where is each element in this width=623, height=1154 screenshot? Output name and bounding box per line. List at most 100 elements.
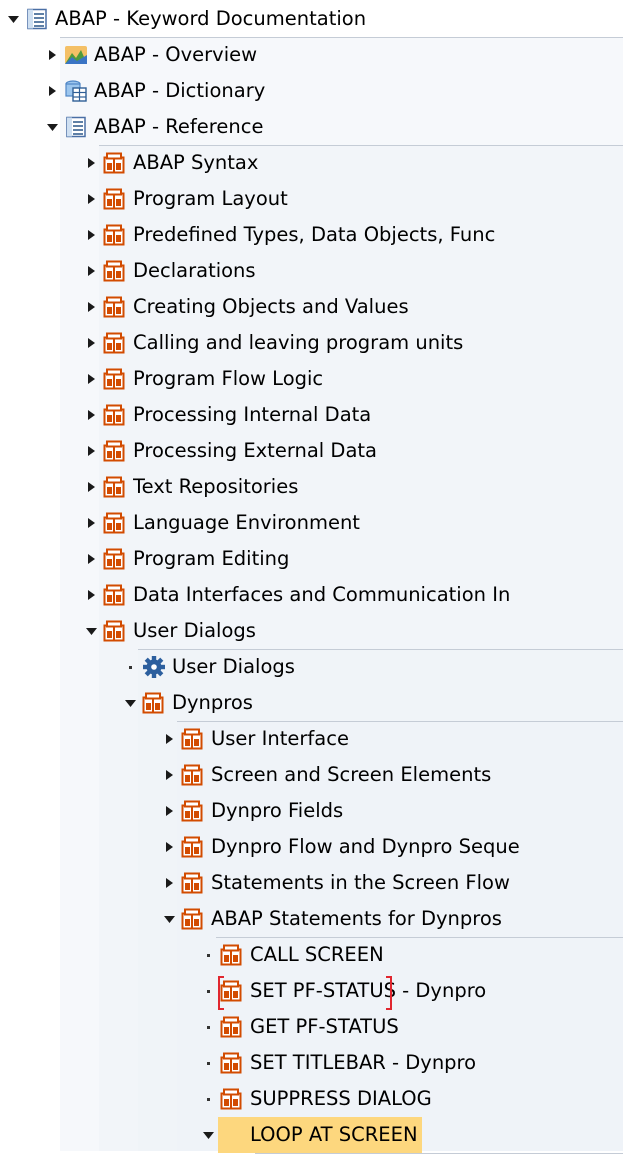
tree-node[interactable]: ABAP Syntax: [0, 145, 623, 181]
expand-arrow-icon[interactable]: [162, 793, 178, 829]
expand-arrow-icon[interactable]: [84, 217, 100, 253]
tree-node[interactable]: Screen and Screen Elements: [0, 757, 623, 793]
tree-node[interactable]: Predefined Types, Data Objects, Func: [0, 217, 623, 253]
book-icon: [103, 439, 127, 463]
tree-node[interactable]: Text Repositories: [0, 469, 623, 505]
tree-node-label: LOOP AT SCREEN: [218, 1117, 422, 1153]
tree-node[interactable]: Processing Internal Data: [0, 397, 623, 433]
book-icon: [103, 295, 127, 319]
tree-node[interactable]: SET PF-STATUS - Dynpro: [0, 973, 623, 1010]
tree-node-label: SET TITLEBAR - Dynpro: [250, 1051, 477, 1074]
expand-arrow-icon[interactable]: [84, 397, 100, 433]
tree-node-label: ABAP Statements for Dynpros: [211, 907, 502, 930]
tree-node[interactable]: SET TITLEBAR - Dynpro: [0, 1045, 623, 1081]
tree-node[interactable]: Processing External Data: [0, 433, 623, 469]
tree-node-label: ABAP - Keyword Documentation: [55, 7, 367, 30]
expand-arrow-icon[interactable]: [84, 505, 100, 541]
tree-node-label: Data Interfaces and Communication In: [133, 583, 511, 606]
expand-arrow-icon[interactable]: [84, 289, 100, 325]
book-icon: [220, 1051, 244, 1075]
book-icon: [103, 403, 127, 427]
tree-node[interactable]: Dynpros: [0, 685, 623, 721]
tree-node-selected[interactable]: LOOP AT SCREEN: [0, 1117, 623, 1153]
book-icon: [103, 223, 127, 247]
expand-arrow-icon[interactable]: [84, 541, 100, 577]
collapse-arrow-icon[interactable]: [201, 1117, 217, 1153]
expand-arrow-icon[interactable]: [84, 181, 100, 217]
tree-node[interactable]: Declarations: [0, 253, 623, 289]
collapse-arrow-icon[interactable]: [45, 109, 61, 145]
book-icon: [103, 619, 127, 643]
book-icon: [103, 259, 127, 283]
tree-node-label: CALL SCREEN: [250, 943, 384, 966]
tree-node-label: SET PF-STATUS - Dynpro: [250, 979, 487, 1002]
expand-arrow-icon[interactable]: [84, 433, 100, 469]
book-icon: [103, 475, 127, 499]
expand-arrow-icon[interactable]: [84, 145, 100, 181]
leaf-bullet-icon: [201, 1009, 217, 1045]
expand-arrow-icon[interactable]: [84, 469, 100, 505]
tree-node[interactable]: Program Flow Logic: [0, 361, 623, 397]
tree-node[interactable]: Data Interfaces and Communication In: [0, 577, 623, 613]
collapse-arrow-icon[interactable]: [162, 901, 178, 937]
tree-node[interactable]: ABAP Statements for Dynpros: [0, 901, 623, 937]
tree-node[interactable]: ABAP - Reference: [0, 109, 623, 145]
tree-node-label: Dynpros: [172, 691, 253, 714]
tree-node-label: Processing External Data: [133, 439, 377, 462]
tree-node[interactable]: Program Editing: [0, 541, 623, 577]
collapse-arrow-icon[interactable]: [123, 685, 139, 721]
tree-node[interactable]: Calling and leaving program units: [0, 325, 623, 361]
tree-node[interactable]: Language Environment: [0, 505, 623, 541]
tree-node[interactable]: CALL SCREEN: [0, 937, 623, 973]
leaf-bullet-icon: [201, 937, 217, 973]
tree-node[interactable]: Dynpro Fields: [0, 793, 623, 829]
tree-node-label: Statements in the Screen Flow: [211, 871, 510, 894]
tree-node[interactable]: GET PF-STATUS: [0, 1009, 623, 1045]
expand-arrow-icon[interactable]: [162, 829, 178, 865]
tree-node-label: Program Flow Logic: [133, 367, 324, 390]
expand-arrow-icon[interactable]: [162, 865, 178, 901]
expand-arrow-icon[interactable]: [84, 361, 100, 397]
tree-node-label: GET PF-STATUS: [250, 1015, 399, 1038]
tree-node[interactable]: User Interface: [0, 721, 623, 757]
tree-node[interactable]: Program Layout: [0, 181, 623, 217]
tree-node-label: Creating Objects and Values: [133, 295, 409, 318]
book-icon: [103, 547, 127, 571]
leaf-bullet-icon: [201, 1081, 217, 1117]
tree-node[interactable]: ABAP - Keyword Documentation: [0, 1, 623, 37]
book-icon: [220, 1015, 244, 1039]
tree-node[interactable]: ABAP - Dictionary: [0, 73, 623, 109]
tree-node[interactable]: SUPPRESS DIALOG: [0, 1081, 623, 1117]
expand-arrow-icon[interactable]: [84, 577, 100, 613]
tree-node-label: Screen and Screen Elements: [211, 763, 492, 786]
tree-node[interactable]: ABAP - Overview: [0, 37, 623, 73]
tree-node-label: SUPPRESS DIALOG: [250, 1087, 432, 1110]
tree-node[interactable]: Creating Objects and Values: [0, 289, 623, 325]
tree-node[interactable]: User Dialogs: [0, 613, 623, 649]
tree-node-label: User Dialogs: [172, 655, 295, 678]
book-icon: [103, 583, 127, 607]
expand-arrow-icon[interactable]: [45, 73, 61, 109]
tree-node[interactable]: Statements in the Screen Flow: [0, 865, 623, 901]
tree-node-label: Calling and leaving program units: [133, 331, 464, 354]
expand-arrow-icon[interactable]: [84, 253, 100, 289]
tree-node[interactable]: User Dialogs: [0, 649, 623, 685]
tree-node-label: Dynpro Flow and Dynpro Seque: [211, 835, 520, 858]
tree-node-label: ABAP - Overview: [94, 43, 258, 66]
expand-arrow-icon[interactable]: [162, 757, 178, 793]
collapse-arrow-icon[interactable]: [84, 613, 100, 649]
expand-arrow-icon[interactable]: [162, 721, 178, 757]
book-icon: [142, 691, 166, 715]
dictionary-table-icon: [64, 79, 88, 103]
tree-node[interactable]: Dynpro Flow and Dynpro Seque: [0, 829, 623, 865]
focus-bracket-left: [218, 976, 224, 1010]
book-icon: [103, 187, 127, 211]
focus-bracket-right: [386, 976, 392, 1010]
collapse-arrow-icon[interactable]: [6, 1, 22, 37]
document-list-icon: [64, 115, 88, 139]
leaf-bullet-icon: [123, 649, 139, 685]
tree-node-label: Declarations: [133, 259, 256, 282]
expand-arrow-icon[interactable]: [45, 37, 61, 73]
expand-arrow-icon[interactable]: [84, 325, 100, 361]
tree-node-label: User Interface: [211, 727, 349, 750]
